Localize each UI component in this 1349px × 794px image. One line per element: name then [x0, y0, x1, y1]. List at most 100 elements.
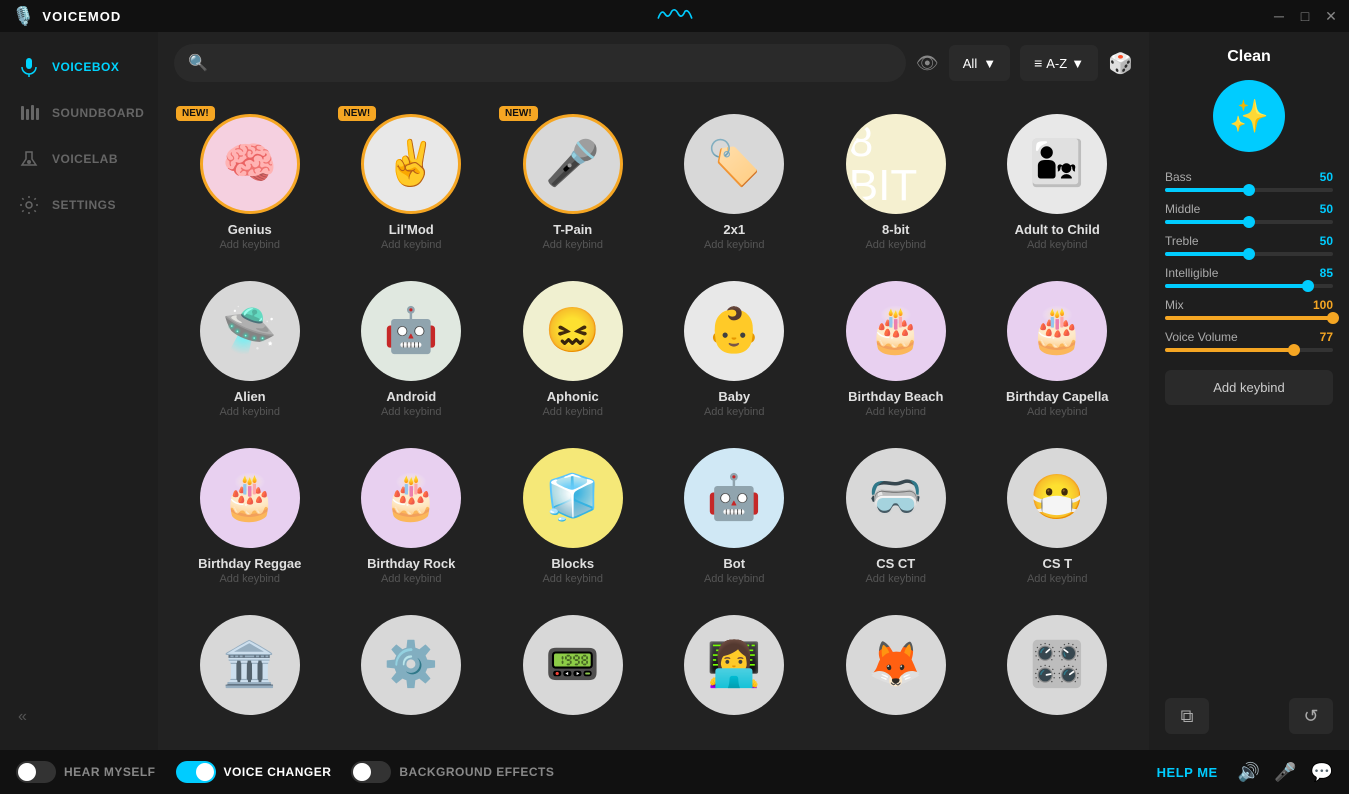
sort-az-button[interactable]: ≡ A-Z ▼	[1020, 45, 1098, 81]
help-button[interactable]: HELP ME	[1157, 765, 1218, 780]
sidebar-item-settings[interactable]: SETTINGS	[0, 182, 158, 228]
volume-icon[interactable]: 🔊	[1238, 762, 1260, 783]
slider-label-voice-volume: Voice Volume	[1165, 330, 1238, 344]
slider-track-mix	[1165, 316, 1333, 320]
voice-card-cst[interactable]: 😷 CS T Add keybind	[982, 438, 1134, 595]
minimize-button[interactable]: ─	[1273, 10, 1285, 22]
voice-card-csct[interactable]: 🥽 CS CT Add keybind	[820, 438, 972, 595]
voice-keybind: Add keybind	[381, 406, 442, 418]
voice-card-birthday-beach[interactable]: 🎂 Birthday Beach Add keybind	[820, 271, 972, 428]
panel-bottom-actions: ⧉ ↺	[1165, 698, 1333, 734]
slider-fill-intelligible	[1165, 284, 1308, 288]
copy-button[interactable]: ⧉	[1165, 698, 1209, 734]
slider-treble: Treble 50	[1165, 234, 1333, 256]
voice-circle: 🎂	[361, 448, 461, 548]
voice-keybind: Add keybind	[1027, 406, 1088, 418]
voice-name: Baby	[718, 389, 750, 404]
sidebar-item-soundboard[interactable]: SOUNDBOARD	[0, 90, 158, 136]
voice-changer-toggle[interactable]	[176, 761, 216, 783]
voice-card-r1[interactable]: 🏛️	[174, 605, 326, 725]
voice-keybind: Add keybind	[1027, 573, 1088, 585]
filter-settings-icon[interactable]: 🎲	[1108, 51, 1133, 76]
voice-circle: 📟	[523, 615, 623, 715]
voice-card-birthday-rock[interactable]: 🎂 Birthday Rock Add keybind	[336, 438, 488, 595]
voice-circle: 🎂	[200, 448, 300, 548]
voice-card-r2[interactable]: ⚙️	[336, 605, 488, 725]
voicelab-icon	[18, 148, 40, 170]
voice-card-8bit[interactable]: 8 BIT 8-bit Add keybind	[820, 104, 972, 261]
slider-thumb-middle	[1243, 216, 1255, 228]
voice-card-blocks[interactable]: 🧊 Blocks Add keybind	[497, 438, 649, 595]
voice-card-aphonic[interactable]: 😖 Aphonic Add keybind	[497, 271, 649, 428]
voice-keybind: Add keybind	[865, 239, 926, 251]
voice-card-adult-to-child[interactable]: 👨‍👧 Adult to Child Add keybind	[982, 104, 1134, 261]
sidebar-settings-label: SETTINGS	[52, 198, 116, 212]
slider-thumb-intelligible	[1302, 280, 1314, 292]
voice-card-birthday-capella[interactable]: 🎂 Birthday Capella Add keybind	[982, 271, 1134, 428]
search-input-wrap[interactable]: 🔍	[174, 44, 906, 82]
slider-val-bass: 50	[1320, 170, 1333, 184]
sidebar-collapse-button[interactable]: «	[0, 696, 158, 738]
slider-track-intelligible	[1165, 284, 1333, 288]
voice-circle: 🥽	[846, 448, 946, 548]
hear-myself-toggle[interactable]	[16, 761, 56, 783]
slider-thumb-bass	[1243, 184, 1255, 196]
voice-name: Birthday Capella	[1006, 389, 1109, 404]
voice-keybind: Add keybind	[542, 573, 603, 585]
voice-circle: 👨‍👧	[1007, 114, 1107, 214]
voice-card-r5[interactable]: 🦊	[820, 605, 972, 725]
filter-all-label: All	[963, 56, 977, 71]
background-effects-label: BACKGROUND EFFECTS	[399, 765, 554, 779]
voice-card-r6[interactable]: 🎛️	[982, 605, 1134, 725]
app-logo: 🎙️ VOICEMOD	[12, 6, 121, 27]
voice-card-alien[interactable]: 🛸 Alien Add keybind	[174, 271, 326, 428]
search-icon: 🔍	[188, 53, 208, 73]
voice-keybind: Add keybind	[381, 239, 442, 251]
sort-icon: ≡	[1034, 55, 1042, 71]
voice-card-tpain[interactable]: NEW! 🎤 T-Pain Add keybind	[497, 104, 649, 261]
maximize-button[interactable]: □	[1299, 10, 1311, 22]
voice-card-baby[interactable]: 👶 Baby Add keybind	[659, 271, 811, 428]
voice-card-genius[interactable]: NEW! 🧠 Genius Add keybind	[174, 104, 326, 261]
right-panel: Clean ✨ Bass 50 Middle 50	[1149, 32, 1349, 750]
voice-card-r3[interactable]: 📟	[497, 605, 649, 725]
voice-card-2x1[interactable]: 🏷️ 2x1 Add keybind	[659, 104, 811, 261]
voice-circle: 🏛️	[200, 615, 300, 715]
main-layout: VOICEBOX SOUNDBOARD VOICELAB	[0, 32, 1349, 750]
voice-grid: NEW! 🧠 Genius Add keybind NEW! ✌️ Lil'Mo…	[158, 94, 1149, 750]
voice-circle: 🦊	[846, 615, 946, 715]
voice-card-lilmod[interactable]: NEW! ✌️ Lil'Mod Add keybind	[336, 104, 488, 261]
search-input[interactable]	[216, 55, 892, 71]
content-area: 🔍 👁 All ▼ ≡ A-Z ▼ 🎲 NEW! 🧠 Genius Add ke…	[158, 32, 1149, 750]
add-keybind-button[interactable]: Add keybind	[1165, 370, 1333, 405]
sidebar-item-voicelab[interactable]: VOICELAB	[0, 136, 158, 182]
background-effects-toggle[interactable]	[351, 761, 391, 783]
close-button[interactable]: ✕	[1325, 10, 1337, 22]
voice-keybind: Add keybind	[219, 573, 280, 585]
slider-fill-treble	[1165, 252, 1249, 256]
voice-keybind: Add keybind	[865, 406, 926, 418]
slider-label-middle: Middle	[1165, 202, 1200, 216]
sort-chevron-icon: ▼	[1071, 56, 1084, 71]
sliders-container: Bass 50 Middle 50 Treble 50	[1165, 170, 1333, 362]
visibility-toggle-icon[interactable]: 👁	[916, 53, 939, 74]
voice-card-bot[interactable]: 🤖 Bot Add keybind	[659, 438, 811, 595]
voice-card-r4[interactable]: 👩‍💻	[659, 605, 811, 725]
voice-card-birthday-reggae[interactable]: 🎂 Birthday Reggae Add keybind	[174, 438, 326, 595]
slider-label-bass: Bass	[1165, 170, 1192, 184]
microphone-bottom-icon[interactable]: 🎤	[1274, 762, 1296, 783]
sidebar-item-voicebox[interactable]: VOICEBOX	[0, 44, 158, 90]
reset-button[interactable]: ↺	[1289, 698, 1333, 734]
sidebar-soundboard-label: SOUNDBOARD	[52, 106, 144, 120]
voice-name: Birthday Reggae	[198, 556, 301, 571]
slider-thumb-mix	[1327, 312, 1339, 324]
voice-name: Birthday Rock	[367, 556, 455, 571]
slider-track-middle	[1165, 220, 1333, 224]
filter-all-button[interactable]: All ▼	[949, 45, 1010, 81]
new-badge: NEW!	[176, 106, 215, 121]
voice-changer-label: VOICE CHANGER	[224, 765, 332, 779]
chat-icon[interactable]: 💬	[1311, 762, 1333, 783]
voice-keybind: Add keybind	[219, 406, 280, 418]
voice-card-android[interactable]: 🤖 Android Add keybind	[336, 271, 488, 428]
slider-middle: Middle 50	[1165, 202, 1333, 224]
